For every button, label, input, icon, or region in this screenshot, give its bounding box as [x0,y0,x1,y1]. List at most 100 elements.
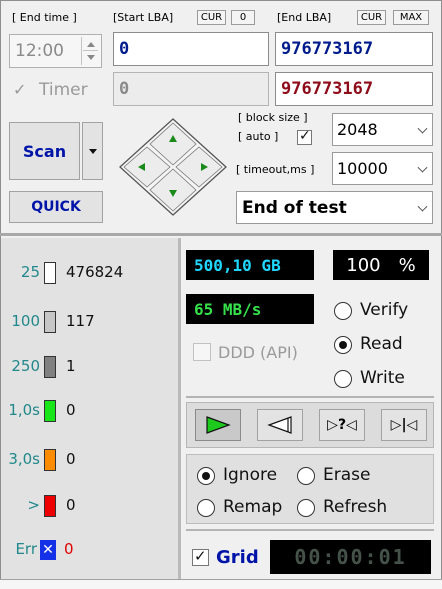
legend-label: 1,0s [8,401,40,419]
erase-radio[interactable] [297,467,315,485]
legend-count: 117 [66,312,95,330]
verify-radio[interactable] [334,302,352,320]
ignore-radio[interactable] [197,467,215,485]
direction-pad [119,118,227,216]
end-action-select[interactable]: End of test [236,191,433,224]
legend-row: 250 1 [0,356,175,380]
error-count: 0 [64,540,74,558]
end-lba-input[interactable]: 976773167 [275,32,433,66]
legend-row: > 0 [0,495,175,519]
speed-value: 65 MB/s [194,299,262,319]
ddd-checkbox[interactable] [193,343,211,361]
end-lba-label: [End LBA] [277,11,332,24]
ddd-label: DDD (API) [218,343,298,362]
end-lba-secondary-value: 976773167 [281,79,374,99]
start-cur-button[interactable]: CUR [197,10,226,25]
write-radio[interactable] [334,370,352,388]
percent-value: 100 [346,254,381,276]
legend-swatch [44,356,56,378]
error-x-icon: ✕ [40,540,56,560]
read-radio[interactable] [334,336,352,354]
refresh-radio[interactable] [297,499,315,517]
legend-swatch [44,262,56,284]
erase-label: Erase [323,465,371,485]
auto-label: [ auto ] [238,130,279,143]
divider-line [186,529,434,531]
legend-row: 3,0s 0 [0,449,175,473]
end-label: ▷|◁ [390,417,418,433]
legend-row: 100 117 [0,311,175,335]
legend-label: 100 [11,312,40,330]
timeout-value: 10000 [337,159,388,178]
block-size-label: [ block size ] [238,111,308,124]
speed-display: 65 MB/s [186,294,314,324]
block-size-select[interactable]: 2048 [332,113,433,146]
end-time-input[interactable]: 12:00 [9,34,102,68]
timer-checkmark-icon[interactable]: ✓ [13,80,26,99]
play-button[interactable] [195,409,241,441]
spinner-up-icon[interactable] [87,42,95,47]
divider-line [186,396,434,398]
legend-count: 0 [66,450,76,468]
capacity-value: 500,10 GB [194,255,281,275]
rewind-button[interactable] [257,409,303,441]
legend-count: 0 [66,401,76,419]
scan-menu-button[interactable] [82,122,103,180]
timeout-label: [ timeout,ms ] [236,163,315,176]
end-cur-button[interactable]: CUR [357,10,386,25]
legend-label: 3,0s [8,450,40,468]
spinner-divider [83,50,98,51]
block-size-value: 2048 [337,120,378,139]
chevron-down-icon [417,123,428,134]
chevron-down-icon [417,162,428,173]
bottom-strip [0,579,442,589]
legend-count: 0 [66,496,76,514]
scan-button[interactable]: Scan [9,122,80,180]
caret-down-icon [88,148,97,154]
legend-row: 25 476824 [0,262,175,286]
end-time-label: [ End time ] [12,11,77,24]
legend-swatch [44,311,56,333]
end-action-value: End of test [242,198,347,218]
timer-value: 00:00:01 [294,545,407,569]
chevron-down-icon [417,201,428,212]
legend-swatch [44,400,56,422]
rewind-icon [267,416,292,434]
end-button[interactable]: ▷|◁ [381,409,427,441]
start-lba-value: 0 [119,39,130,59]
timeout-select[interactable]: 10000 [332,152,433,185]
start-zero-button[interactable]: 0 [231,10,255,25]
write-label: Write [360,368,405,388]
error-action-group: Ignore Erase Remap Refresh [186,454,434,524]
end-lba-value: 976773167 [281,39,374,59]
ignore-label: Ignore [223,465,278,485]
scan-button-label: Scan [22,141,67,161]
play-icon [206,416,231,434]
start-lba-label: [Start LBA] [113,11,174,24]
refresh-label: Refresh [323,497,388,517]
legend-count: 476824 [66,263,124,281]
butterfly-button[interactable]: ▷?◁ [319,409,365,441]
start-lba-input[interactable]: 0 [113,32,269,66]
start-lba-secondary: 0 [113,72,269,106]
transport-bar: ▷?◁ ▷|◁ [186,402,434,448]
end-max-button[interactable]: MAX [393,10,429,25]
vertical-divider [178,238,181,580]
end-time-value: 12:00 [15,41,64,61]
remap-radio[interactable] [197,499,215,517]
legend-label: 250 [11,357,40,375]
elapsed-timer: 00:00:01 [270,540,431,574]
grid-checkbox[interactable]: ✓ [192,547,209,566]
quick-button[interactable]: QUICK [9,191,103,223]
auto-checkbox[interactable]: ✓ [297,128,312,145]
end-time-spinner[interactable] [81,37,99,65]
legend-swatch [44,449,56,471]
percent-sign: % [398,254,416,276]
spinner-down-icon[interactable] [87,55,95,60]
percent-display: 100 % [333,250,429,280]
butterfly-label: ▷?◁ [327,417,357,433]
checkmark-icon: ✓ [299,128,311,144]
legend-swatch [44,495,56,517]
capacity-display: 500,10 GB [186,250,314,280]
end-lba-secondary: 976773167 [275,72,433,106]
